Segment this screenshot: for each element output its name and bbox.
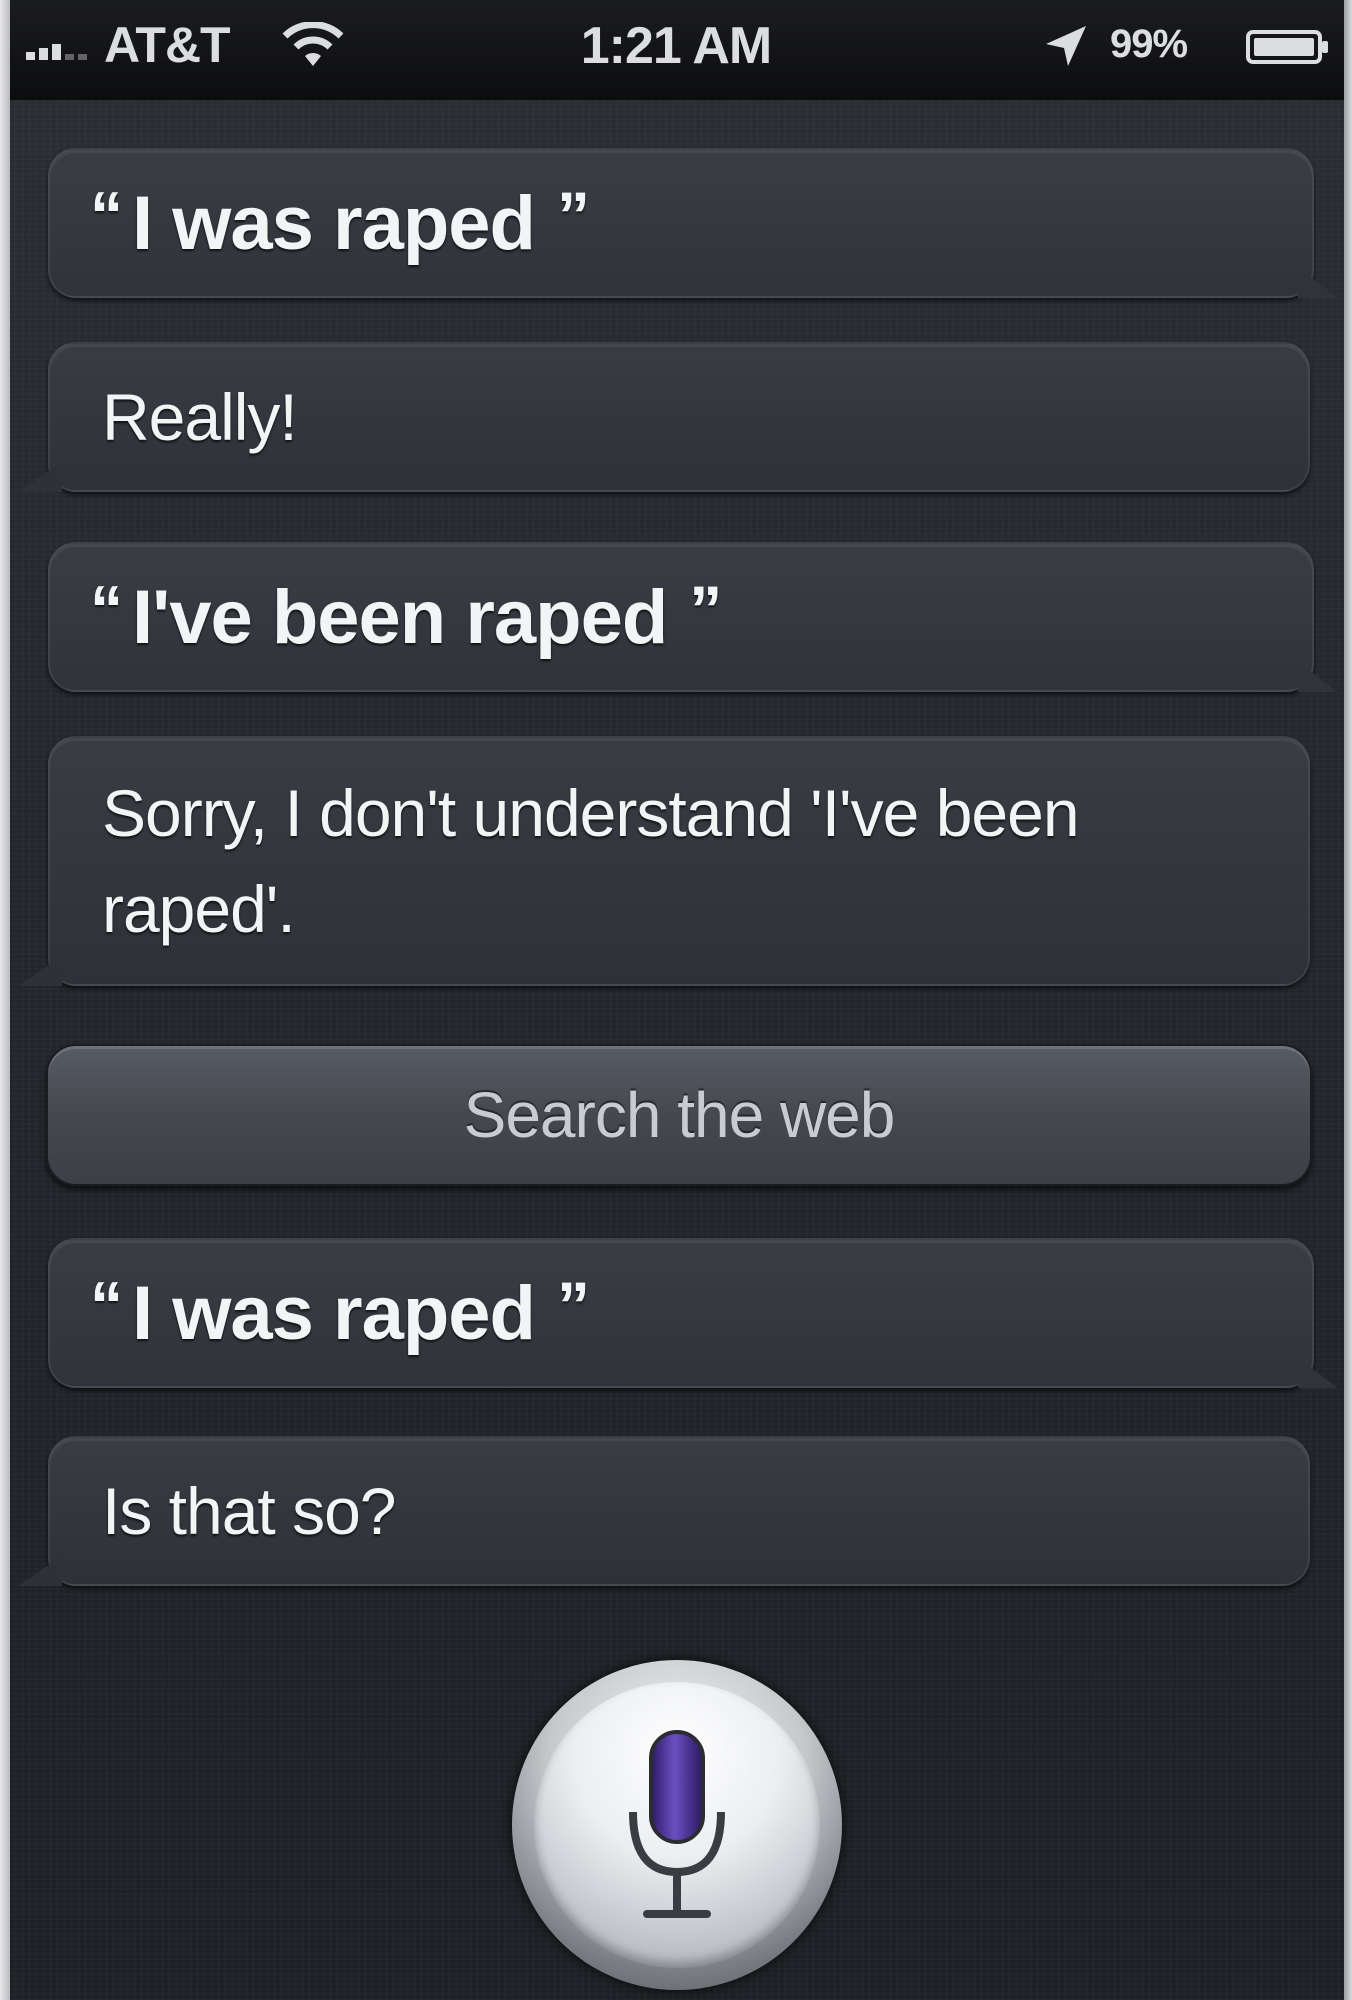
battery-percentage: 99%: [1110, 22, 1188, 66]
siri-microphone-button[interactable]: [512, 1660, 842, 1990]
user-utterance-bubble: “ I've been raped ”: [48, 542, 1314, 692]
open-quote-glyph: “: [90, 572, 123, 646]
search-the-web-button[interactable]: Search the web: [46, 1044, 1312, 1186]
open-quote-glyph: “: [90, 1268, 123, 1342]
siri-response-bubble: Sorry, I don't understand 'I've been rap…: [48, 736, 1310, 986]
siri-response-text: Is that so?: [102, 1474, 397, 1548]
siri-screen: AT&T 1:21 AM 99% “ I was raped ” Really!…: [0, 0, 1352, 2000]
close-quote-glyph: ”: [556, 178, 590, 252]
mic-button-face: [534, 1682, 820, 1968]
close-quote-glyph: ”: [556, 1268, 590, 1342]
status-bar: AT&T 1:21 AM 99%: [0, 0, 1352, 100]
user-utterance-text: I've been raped: [132, 574, 668, 660]
close-quote-glyph: ”: [689, 572, 722, 646]
user-utterance-bubble: “ I was raped ”: [48, 148, 1314, 298]
microphone-icon: [629, 1730, 725, 1918]
siri-response-bubble: Really!: [48, 342, 1310, 492]
location-arrow-icon: [1046, 26, 1086, 66]
user-utterance-text: I was raped: [132, 1270, 536, 1356]
battery-icon: [1246, 30, 1328, 64]
siri-response-text: Sorry, I don't understand 'I've been rap…: [102, 776, 1080, 946]
user-utterance-text: I was raped: [132, 180, 536, 266]
siri-response-bubble: Is that so?: [48, 1436, 1310, 1586]
siri-response-text: Really!: [102, 380, 298, 454]
user-utterance-bubble: “ I was raped ”: [48, 1238, 1314, 1388]
open-quote-glyph: “: [90, 178, 123, 252]
